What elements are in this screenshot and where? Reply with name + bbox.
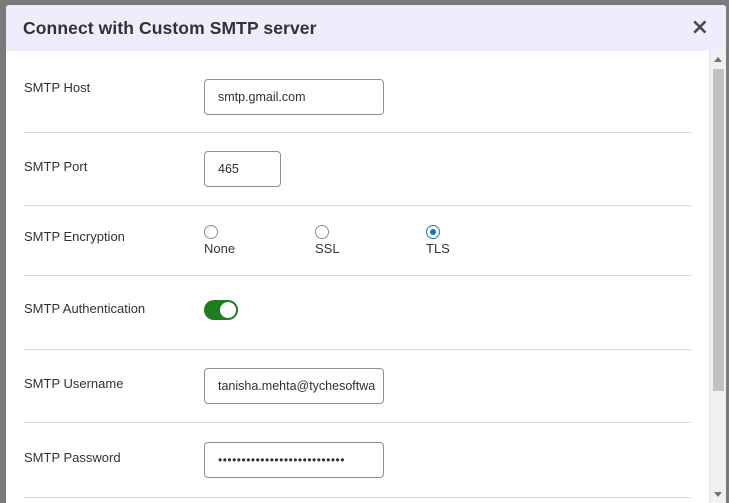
smtp-host-row: SMTP Host smtp.gmail.com xyxy=(24,51,691,133)
chevron-up-icon[interactable] xyxy=(714,57,722,62)
smtp-password-label: SMTP Password xyxy=(24,449,121,465)
authentication-toggle[interactable] xyxy=(204,299,238,320)
smtp-port-label: SMTP Port xyxy=(24,158,88,174)
modal-title: Connect with Custom SMTP server xyxy=(23,17,317,38)
modal-header: Connect with Custom SMTP server × xyxy=(6,5,726,51)
radio-ssl[interactable] xyxy=(315,225,329,239)
smtp-username-input[interactable]: tanisha.mehta@tychesoftwa xyxy=(204,368,384,404)
scroll-thumb[interactable] xyxy=(713,69,724,391)
encryption-option-none[interactable]: None xyxy=(204,225,315,256)
encryption-radio-group: None SSL TLS xyxy=(204,225,691,256)
smtp-username-label: SMTP Username xyxy=(24,375,124,391)
smtp-host-input[interactable]: smtp.gmail.com xyxy=(204,78,384,115)
close-icon[interactable]: × xyxy=(691,17,709,39)
smtp-port-row: SMTP Port 465 xyxy=(24,133,691,206)
smtp-password-row: SMTP Password ••••••••••••••••••••••••••… xyxy=(24,423,691,498)
smtp-encryption-label: SMTP Encryption xyxy=(24,229,125,244)
smtp-password-input[interactable]: ••••••••••••••••••••••••••• xyxy=(204,442,384,478)
chevron-down-icon[interactable] xyxy=(714,492,722,497)
encryption-option-tls[interactable]: TLS xyxy=(426,225,537,256)
toggle-knob xyxy=(220,301,236,318)
radio-ssl-label: SSL xyxy=(315,241,340,256)
modal-scrollbar[interactable] xyxy=(709,51,726,503)
smtp-host-label: SMTP Host xyxy=(24,80,91,95)
radio-none-label: None xyxy=(204,241,236,256)
smtp-authentication-row: SMTP Authentication xyxy=(24,276,691,350)
smtp-authentication-label: SMTP Authentication xyxy=(24,301,146,316)
smtp-modal: Connect with Custom SMTP server × SMTP H… xyxy=(6,5,726,503)
encryption-option-ssl[interactable]: SSL xyxy=(315,225,426,256)
smtp-encryption-row: SMTP Encryption None SSL TLS xyxy=(24,206,691,276)
modal-body: SMTP Host smtp.gmail.com SMTP Port 465 S… xyxy=(6,51,709,503)
smtp-port-input[interactable]: 465 xyxy=(204,151,281,187)
smtp-username-row: SMTP Username tanisha.mehta@tychesoftwa xyxy=(24,350,691,423)
radio-tls-label: TLS xyxy=(426,241,450,256)
radio-tls[interactable] xyxy=(426,225,440,239)
radio-none[interactable] xyxy=(204,225,218,239)
